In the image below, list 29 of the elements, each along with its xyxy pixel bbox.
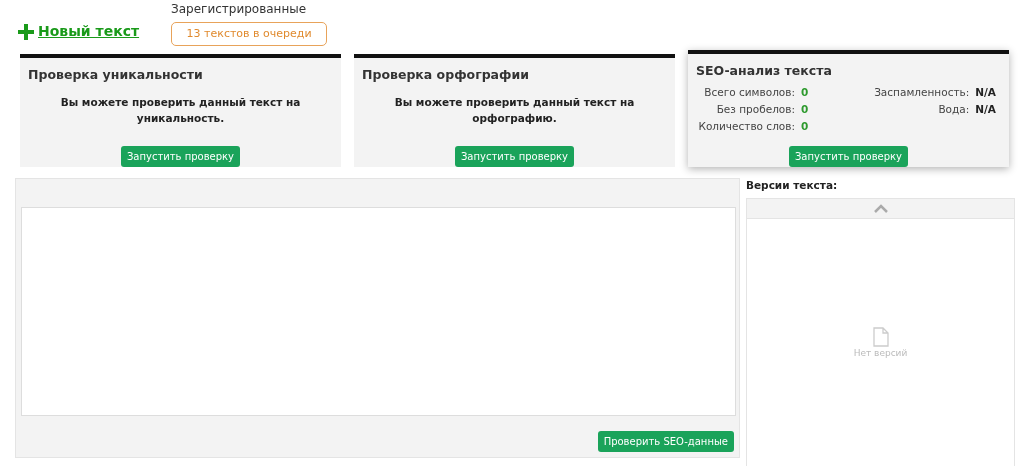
- card-message: Вы можете проверить данный текст на орфографию.: [393, 94, 636, 126]
- card-message: Вы можете проверить данный текст на уникальность.: [59, 94, 302, 126]
- start-check-button[interactable]: Запустить проверку: [120, 146, 241, 167]
- scroll-up-bar[interactable]: [747, 198, 1014, 219]
- chevron-up-icon: [873, 203, 888, 213]
- card-title: SEO-анализ текста: [696, 62, 833, 80]
- stat-value: 0: [800, 119, 810, 135]
- versions-label: Версии текста:: [746, 178, 839, 193]
- stat-label: Всего символов:: [704, 85, 795, 101]
- stat-label: Без пробелов:: [716, 102, 795, 118]
- empty-versions-text: Нет версий: [853, 346, 908, 360]
- start-check-button[interactable]: Запустить проверку: [788, 146, 909, 167]
- stat-value: N/A: [974, 102, 996, 118]
- new-text-link[interactable]: Новый текст: [38, 21, 140, 42]
- text-input-field[interactable]: [21, 207, 736, 416]
- stat-value: 0: [800, 102, 810, 118]
- plus-icon: [18, 23, 34, 40]
- start-check-button[interactable]: Запустить проверку: [454, 146, 575, 167]
- check-seo-button[interactable]: Проверить SEO-данные: [597, 431, 734, 452]
- card-title: Проверка уникальности: [28, 66, 204, 84]
- queue-button[interactable]: 13 текстов в очереди: [171, 22, 328, 46]
- document-icon: [872, 326, 889, 347]
- stat-value: N/A: [974, 85, 996, 101]
- stat-value: 0: [800, 85, 810, 101]
- queue-label: Зарегистрированные: [171, 1, 308, 18]
- card-title: Проверка орфографии: [362, 66, 530, 84]
- stat-label: Заспамленность:: [874, 85, 970, 101]
- stat-label: Количество слов:: [698, 119, 795, 135]
- stat-label: Вода:: [938, 102, 970, 118]
